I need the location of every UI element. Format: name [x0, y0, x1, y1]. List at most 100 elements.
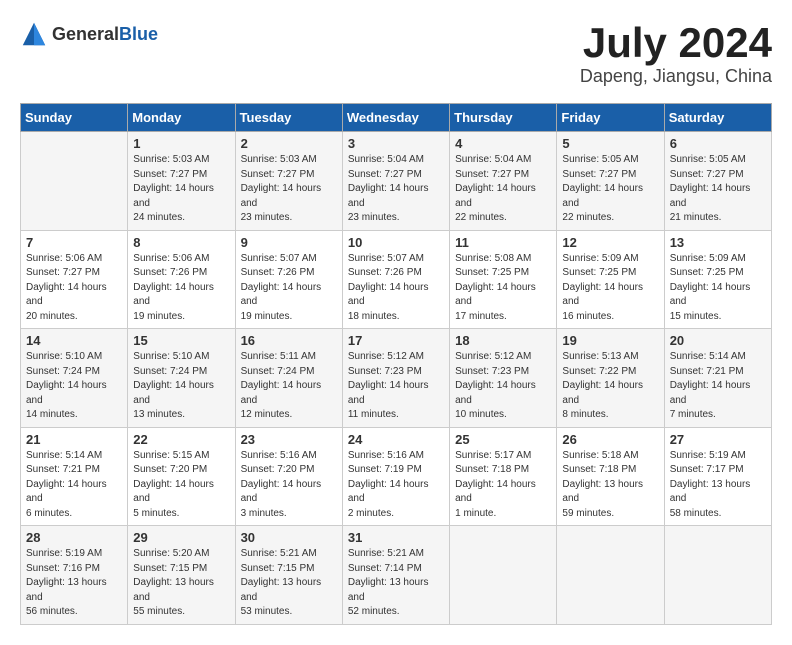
calendar-cell: 22 Sunrise: 5:15 AMSunset: 7:20 PMDayligh… — [128, 427, 235, 526]
calendar-cell: 18Sunrise: 5:12 AMSunset: 7:23 PMDayligh… — [450, 329, 557, 428]
day-number: 21 — [26, 432, 122, 447]
day-number: 22 — [133, 432, 229, 447]
day-number: 4 — [455, 136, 551, 151]
logo: GeneralBlue — [20, 20, 158, 48]
day-number: 27 — [670, 432, 766, 447]
calendar-cell: 6Sunrise: 5:05 AMSunset: 7:27 PMDaylight… — [664, 132, 771, 231]
calendar-cell: 1 Sunrise: 5:03 AMSunset: 7:27 PMDaylight… — [128, 132, 235, 231]
calendar-header-row: SundayMondayTuesdayWednesdayThursdayFrid… — [21, 104, 772, 132]
cell-info: Sunrise: 5:04 AMSunset: 7:27 PMDaylight:… — [455, 153, 551, 226]
calendar-cell: 15 Sunrise: 5:10 AMSunset: 7:24 PMDayligh… — [128, 329, 235, 428]
calendar-cell: 17 Sunrise: 5:12 AMSunset: 7:23 PMDayligh… — [342, 329, 449, 428]
calendar-body: 1 Sunrise: 5:03 AMSunset: 7:27 PMDaylight… — [21, 132, 772, 625]
calendar-cell: 3 Sunrise: 5:04 AMSunset: 7:27 PMDaylight… — [342, 132, 449, 231]
day-number: 9 — [241, 235, 337, 250]
day-number: 15 — [133, 333, 229, 348]
location-title: Dapeng, Jiangsu, China — [580, 66, 772, 87]
cell-info: Sunrise: 5:04 AMSunset: 7:27 PMDaylight:… — [348, 153, 444, 226]
cell-info: Sunrise: 5:12 AMSunset: 7:23 PMDaylight:… — [348, 350, 444, 423]
calendar-cell: 4 Sunrise: 5:04 AMSunset: 7:27 PMDaylight… — [450, 132, 557, 231]
calendar-cell: 26Sunrise: 5:18 AMSunset: 7:18 PMDayligh… — [557, 427, 664, 526]
day-number: 30 — [241, 530, 337, 545]
cell-info: Sunrise: 5:19 AMSunset: 7:17 PMDaylight:… — [670, 449, 766, 522]
calendar-cell — [557, 526, 664, 625]
calendar-cell: 12 Sunrise: 5:09 AMSunset: 7:25 PMDayligh… — [557, 230, 664, 329]
calendar-cell: 30Sunrise: 5:21 AMSunset: 7:15 PMDayligh… — [235, 526, 342, 625]
cell-info: Sunrise: 5:05 AMSunset: 7:27 PMDaylight:… — [562, 153, 658, 226]
day-number: 5 — [562, 136, 658, 151]
cell-info: Sunrise: 5:09 AMSunset: 7:25 PMDaylight:… — [562, 252, 658, 325]
cell-info: Sunrise: 5:14 AMSunset: 7:21 PMDaylight:… — [670, 350, 766, 423]
calendar-cell: 19Sunrise: 5:13 AMSunset: 7:22 PMDayligh… — [557, 329, 664, 428]
cell-info: Sunrise: 5:12 AMSunset: 7:23 PMDaylight:… — [455, 350, 551, 423]
cell-info: Sunrise: 5:15 AMSunset: 7:20 PMDaylight:… — [133, 449, 229, 522]
calendar-cell: 25Sunrise: 5:17 AMSunset: 7:18 PMDayligh… — [450, 427, 557, 526]
calendar-cell: 16Sunrise: 5:11 AMSunset: 7:24 PMDayligh… — [235, 329, 342, 428]
cell-info: Sunrise: 5:19 AMSunset: 7:16 PMDaylight:… — [26, 547, 122, 620]
day-number: 17 — [348, 333, 444, 348]
calendar-week-row: 21 Sunrise: 5:14 AMSunset: 7:21 PMDayligh… — [21, 427, 772, 526]
cell-info: Sunrise: 5:18 AMSunset: 7:18 PMDaylight:… — [562, 449, 658, 522]
cell-info: Sunrise: 5:07 AMSunset: 7:26 PMDaylight:… — [241, 252, 337, 325]
calendar-cell: 10Sunrise: 5:07 AMSunset: 7:26 PMDayligh… — [342, 230, 449, 329]
day-number: 25 — [455, 432, 551, 447]
calendar-cell: 23Sunrise: 5:16 AMSunset: 7:20 PMDayligh… — [235, 427, 342, 526]
day-number: 8 — [133, 235, 229, 250]
day-number: 2 — [241, 136, 337, 151]
cell-info: Sunrise: 5:10 AMSunset: 7:24 PMDaylight:… — [133, 350, 229, 423]
calendar-cell — [450, 526, 557, 625]
calendar-cell: 5 Sunrise: 5:05 AMSunset: 7:27 PMDaylight… — [557, 132, 664, 231]
day-number: 12 — [562, 235, 658, 250]
cell-info: Sunrise: 5:08 AMSunset: 7:25 PMDaylight:… — [455, 252, 551, 325]
day-number: 24 — [348, 432, 444, 447]
cell-info: Sunrise: 5:16 AMSunset: 7:19 PMDaylight:… — [348, 449, 444, 522]
cell-info: Sunrise: 5:20 AMSunset: 7:15 PMDaylight:… — [133, 547, 229, 620]
calendar-cell: 31Sunrise: 5:21 AMSunset: 7:14 PMDayligh… — [342, 526, 449, 625]
day-number: 6 — [670, 136, 766, 151]
logo-blue: Blue — [119, 24, 158, 44]
cell-info: Sunrise: 5:14 AMSunset: 7:21 PMDaylight:… — [26, 449, 122, 522]
column-header-tuesday: Tuesday — [235, 104, 342, 132]
day-number: 10 — [348, 235, 444, 250]
cell-info: Sunrise: 5:06 AMSunset: 7:26 PMDaylight:… — [133, 252, 229, 325]
logo-icon — [20, 20, 48, 48]
calendar-table: SundayMondayTuesdayWednesdayThursdayFrid… — [20, 103, 772, 625]
calendar-cell: 24 Sunrise: 5:16 AMSunset: 7:19 PMDayligh… — [342, 427, 449, 526]
calendar-cell: 11Sunrise: 5:08 AMSunset: 7:25 PMDayligh… — [450, 230, 557, 329]
day-number: 1 — [133, 136, 229, 151]
column-header-wednesday: Wednesday — [342, 104, 449, 132]
cell-info: Sunrise: 5:21 AMSunset: 7:14 PMDaylight:… — [348, 547, 444, 620]
calendar-cell: 28Sunrise: 5:19 AMSunset: 7:16 PMDayligh… — [21, 526, 128, 625]
day-number: 23 — [241, 432, 337, 447]
column-header-saturday: Saturday — [664, 104, 771, 132]
cell-info: Sunrise: 5:03 AMSunset: 7:27 PMDaylight:… — [241, 153, 337, 226]
calendar-cell: 21 Sunrise: 5:14 AMSunset: 7:21 PMDayligh… — [21, 427, 128, 526]
column-header-monday: Monday — [128, 104, 235, 132]
day-number: 7 — [26, 235, 122, 250]
day-number: 3 — [348, 136, 444, 151]
day-number: 29 — [133, 530, 229, 545]
cell-info: Sunrise: 5:03 AMSunset: 7:27 PMDaylight:… — [133, 153, 229, 226]
calendar-week-row: 28Sunrise: 5:19 AMSunset: 7:16 PMDayligh… — [21, 526, 772, 625]
column-header-sunday: Sunday — [21, 104, 128, 132]
column-header-friday: Friday — [557, 104, 664, 132]
cell-info: Sunrise: 5:11 AMSunset: 7:24 PMDaylight:… — [241, 350, 337, 423]
column-header-thursday: Thursday — [450, 104, 557, 132]
cell-info: Sunrise: 5:13 AMSunset: 7:22 PMDaylight:… — [562, 350, 658, 423]
calendar-cell: 13Sunrise: 5:09 AMSunset: 7:25 PMDayligh… — [664, 230, 771, 329]
cell-info: Sunrise: 5:09 AMSunset: 7:25 PMDaylight:… — [670, 252, 766, 325]
calendar-cell — [21, 132, 128, 231]
calendar-cell: 20Sunrise: 5:14 AMSunset: 7:21 PMDayligh… — [664, 329, 771, 428]
calendar-week-row: 14Sunrise: 5:10 AMSunset: 7:24 PMDayligh… — [21, 329, 772, 428]
calendar-cell — [664, 526, 771, 625]
calendar-cell: 27 Sunrise: 5:19 AMSunset: 7:17 PMDayligh… — [664, 427, 771, 526]
month-title: July 2024 — [580, 20, 772, 66]
calendar-cell: 9 Sunrise: 5:07 AMSunset: 7:26 PMDaylight… — [235, 230, 342, 329]
calendar-cell: 2 Sunrise: 5:03 AMSunset: 7:27 PMDaylight… — [235, 132, 342, 231]
title-block: July 2024 Dapeng, Jiangsu, China — [580, 20, 772, 87]
calendar-cell: 7Sunrise: 5:06 AMSunset: 7:27 PMDaylight… — [21, 230, 128, 329]
calendar-week-row: 1 Sunrise: 5:03 AMSunset: 7:27 PMDaylight… — [21, 132, 772, 231]
logo-general: General — [52, 24, 119, 44]
calendar-cell: 29 Sunrise: 5:20 AMSunset: 7:15 PMDayligh… — [128, 526, 235, 625]
calendar-week-row: 7Sunrise: 5:06 AMSunset: 7:27 PMDaylight… — [21, 230, 772, 329]
